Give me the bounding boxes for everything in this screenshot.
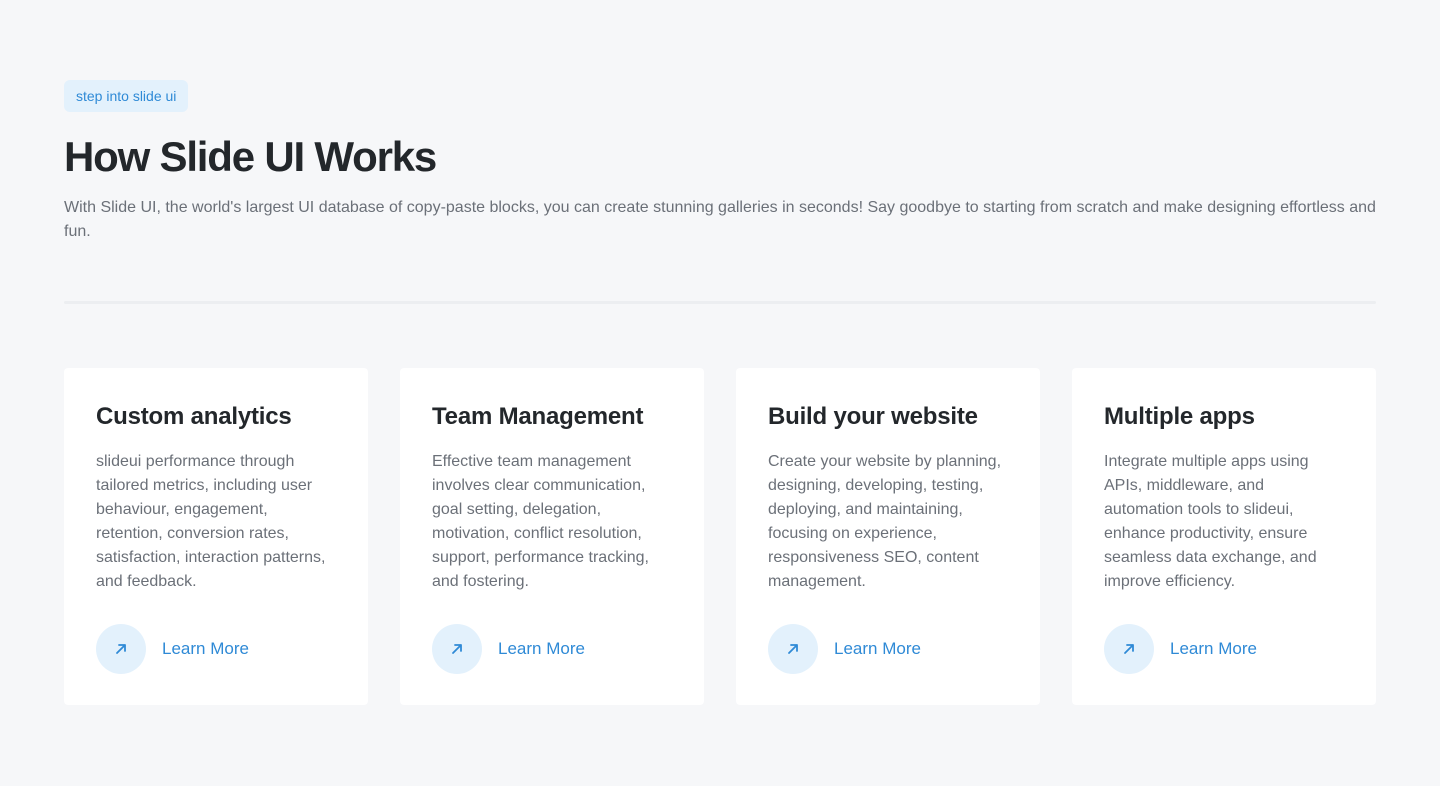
learn-more-label[interactable]: Learn More <box>1170 639 1257 659</box>
page: step into slide ui How Slide UI Works Wi… <box>0 0 1440 786</box>
card-title: Build your website <box>768 403 978 430</box>
learn-more-link[interactable]: Learn More <box>96 624 249 674</box>
card-description: slideui performance through tailored met… <box>96 453 326 590</box>
card-title: Custom analytics <box>96 403 292 430</box>
card-description: Integrate multiple apps using APIs, midd… <box>1104 453 1317 590</box>
learn-more-link[interactable]: Learn More <box>432 624 585 674</box>
card-title: Team Management <box>432 403 644 430</box>
feature-cards: Custom analytics slideui performance thr… <box>64 368 1376 705</box>
card-description: Effective team management involves clear… <box>432 453 649 590</box>
section-badge: step into slide ui <box>64 80 189 112</box>
arrow-up-right-icon[interactable] <box>768 624 818 674</box>
learn-more-label[interactable]: Learn More <box>498 639 585 659</box>
section-divider <box>64 301 1376 304</box>
card-description: Create your website by planning, designi… <box>768 453 1002 590</box>
learn-more-link[interactable]: Learn More <box>768 624 921 674</box>
arrow-up-right-icon[interactable] <box>432 624 482 674</box>
learn-more-label[interactable]: Learn More <box>834 639 921 659</box>
page-description: With Slide UI, the world's largest UI da… <box>64 199 1376 240</box>
learn-more-label[interactable]: Learn More <box>162 639 249 659</box>
feature-card-custom-analytics: Custom analytics slideui performance thr… <box>64 368 368 705</box>
learn-more-link[interactable]: Learn More <box>1104 624 1257 674</box>
feature-card-multiple-apps: Multiple apps Integrate multiple apps us… <box>1072 368 1376 705</box>
card-title: Multiple apps <box>1104 403 1255 430</box>
arrow-up-right-icon[interactable] <box>1104 624 1154 674</box>
page-title: How Slide UI Works <box>64 133 437 180</box>
feature-card-team-management: Team Management Effective team managemen… <box>400 368 704 705</box>
feature-card-build-website: Build your website Create your website b… <box>736 368 1040 705</box>
arrow-up-right-icon[interactable] <box>96 624 146 674</box>
